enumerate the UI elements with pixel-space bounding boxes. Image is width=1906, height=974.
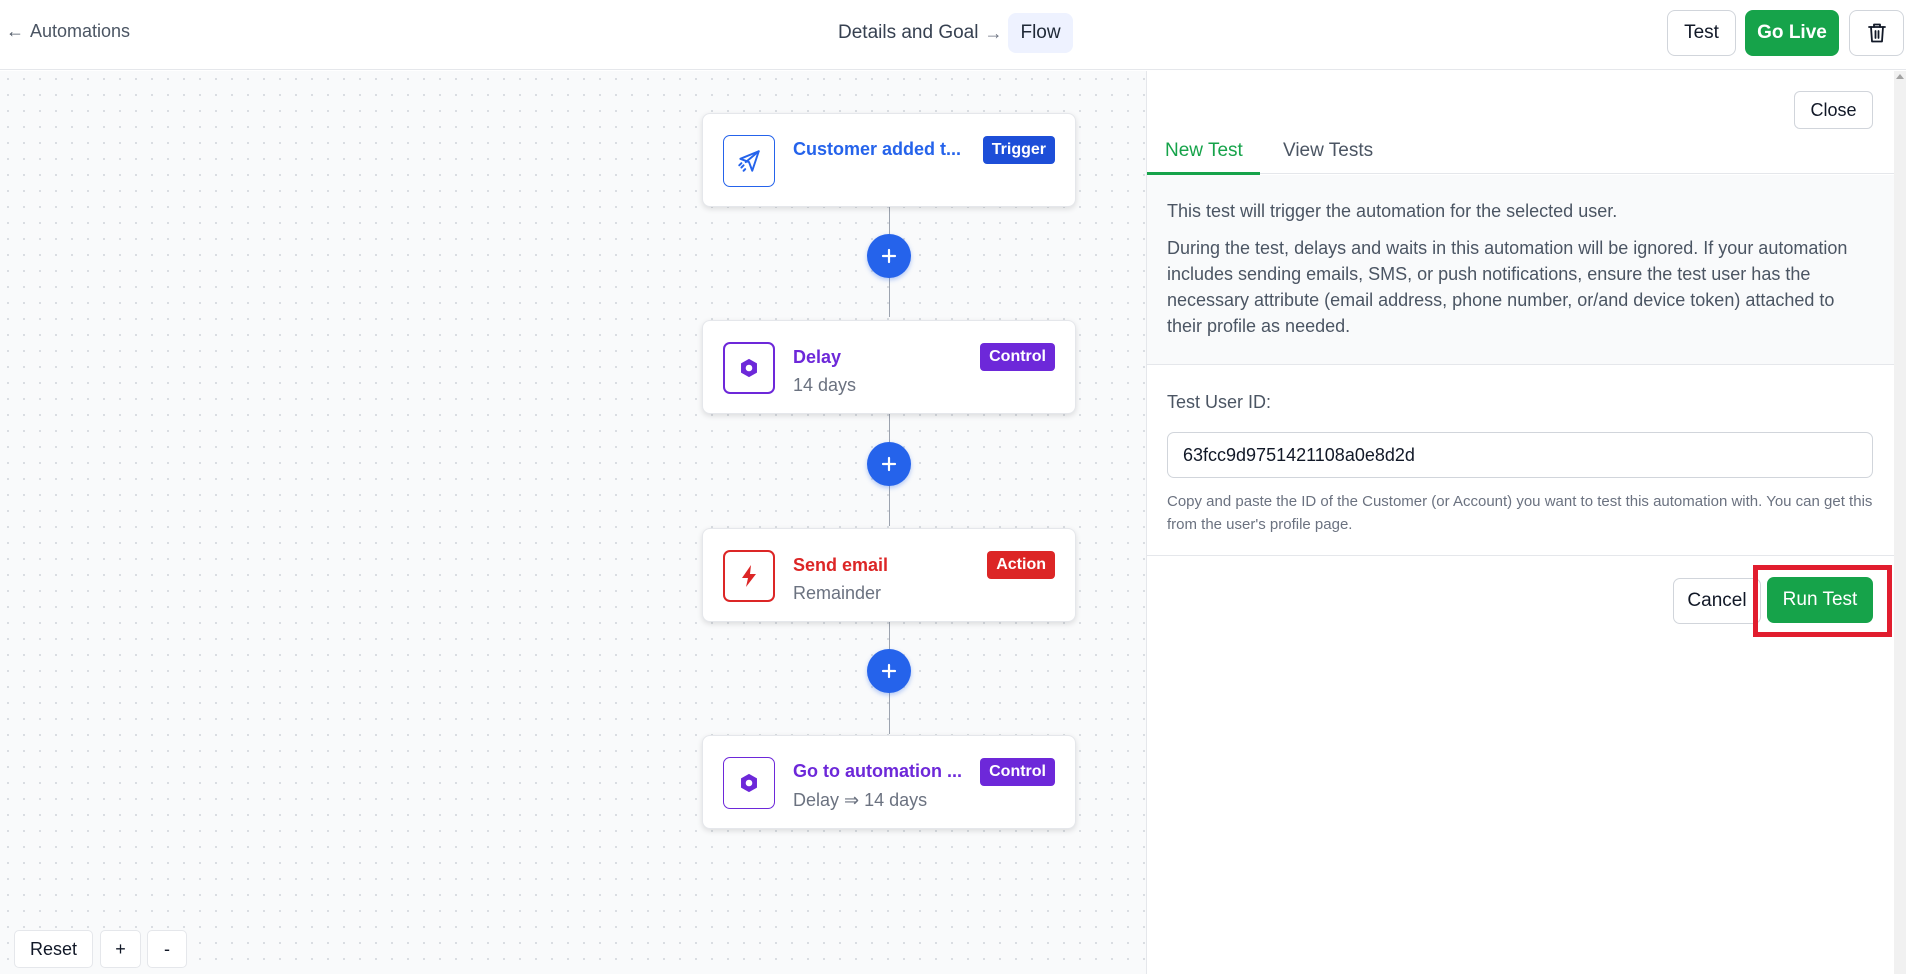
node-icon-box	[723, 135, 775, 187]
node-subtitle: Delay ⇒ 14 days	[793, 790, 928, 810]
plus-icon	[881, 248, 897, 264]
tab-new-test[interactable]: New Test	[1165, 140, 1243, 162]
node-title: Go to automation ...	[793, 761, 962, 781]
back-link-label: Automations	[30, 21, 131, 41]
cancel-button[interactable]: Cancel	[1673, 578, 1761, 624]
node-title: Send email	[793, 555, 889, 575]
node-badge-trigger: Trigger	[982, 136, 1055, 164]
node-title: Delay	[793, 347, 842, 367]
test-button[interactable]: Test	[1667, 10, 1736, 56]
info-details-text: During the test, delays and waits in thi…	[1167, 238, 1848, 336]
close-panel-button[interactable]: Close	[1794, 91, 1873, 129]
zoom-in-button[interactable]: +	[100, 930, 141, 968]
delete-button[interactable]	[1849, 10, 1904, 56]
add-step-button[interactable]	[867, 234, 911, 278]
test-user-id-help-text: Copy and paste the ID of the Customer (o…	[1167, 493, 1873, 533]
test-info-box: This test will trigger the automation fo…	[1147, 175, 1894, 365]
node-icon-box	[723, 550, 775, 602]
arrow-right-icon: →	[984, 22, 1003, 43]
run-test-button[interactable]: Run Test	[1767, 577, 1873, 623]
node-icon-box	[723, 757, 775, 809]
plus-icon	[881, 663, 897, 679]
back-to-automations-link[interactable]: ← Automations	[6, 21, 130, 42]
divider	[1147, 555, 1894, 556]
node-badge-action: Action	[987, 551, 1055, 579]
flow-node-send-email[interactable]: Send email Remainder Action	[702, 528, 1076, 622]
breadcrumb-details-and-goal[interactable]: Details and Goal	[838, 22, 978, 44]
flow-node-trigger[interactable]: Customer added t... Trigger	[702, 113, 1076, 207]
node-subtitle: 14 days	[793, 375, 857, 395]
zoom-out-button[interactable]: -	[147, 930, 187, 968]
info-intro-text: This test will trigger the automation fo…	[1167, 201, 1618, 221]
add-step-button[interactable]	[867, 649, 911, 693]
scroll-up-arrow-icon[interactable]	[1896, 74, 1904, 79]
trash-icon	[1867, 23, 1886, 43]
test-user-id-label: Test User ID:	[1167, 392, 1272, 412]
test-user-id-input[interactable]	[1167, 432, 1873, 478]
test-tabs: New Test View Tests	[1147, 132, 1894, 175]
flow-node-go-to-automation[interactable]: Go to automation ... Delay ⇒ 14 days Con…	[702, 735, 1076, 829]
go-live-button[interactable]: Go Live	[1745, 10, 1839, 56]
node-title: Customer added t...	[793, 139, 962, 159]
hexagon-icon	[741, 358, 757, 378]
flow-node-delay[interactable]: Delay 14 days Control	[702, 320, 1076, 414]
breadcrumb-flow[interactable]: Flow	[1008, 13, 1073, 53]
hexagon-icon	[741, 773, 757, 793]
tab-view-tests[interactable]: View Tests	[1283, 140, 1373, 162]
node-badge-control: Control	[980, 343, 1055, 371]
reset-view-button[interactable]: Reset	[14, 930, 93, 968]
add-step-button[interactable]	[867, 442, 911, 486]
node-badge-control: Control	[980, 758, 1055, 786]
node-icon-box	[723, 342, 775, 394]
node-subtitle: Remainder	[793, 583, 882, 603]
send-icon	[738, 150, 760, 172]
top-bar: ← Automations Details and Goal → Flow Te…	[0, 0, 1906, 70]
arrow-left-icon: ←	[6, 21, 24, 41]
panel-scrollbar[interactable]	[1894, 71, 1906, 974]
breadcrumb: Details and Goal → Flow	[838, 12, 1073, 54]
lightning-icon	[742, 565, 756, 587]
plus-icon	[881, 456, 897, 472]
